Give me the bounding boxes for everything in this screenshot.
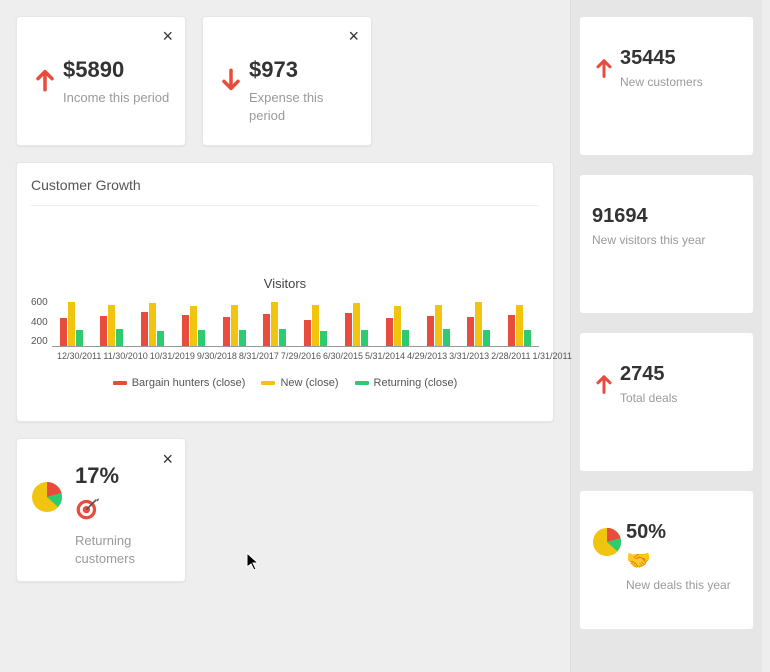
customer-growth-card[interactable]: Customer Growth Visitors 600400200 12/30…	[16, 162, 554, 422]
chart-legend: Bargain hunters (close)New (close)Return…	[31, 377, 539, 407]
sidebar-item-new-deals[interactable]: 50% 🤝 New deals this year	[579, 490, 754, 630]
expense-label: Expense this period	[249, 89, 357, 124]
chart-bars	[52, 297, 539, 347]
returning-customers-card[interactable]: × 17%	[16, 438, 186, 582]
metric-value: 35445	[620, 47, 741, 70]
sidebar-item-new-customers[interactable]: 35445 New customers	[579, 16, 754, 156]
close-icon[interactable]: ×	[348, 27, 359, 45]
expense-value: $973	[249, 57, 357, 83]
sidebar-item-new-visitors[interactable]: 91694 New visitors this year	[579, 174, 754, 314]
pie-chart-icon	[592, 527, 626, 562]
income-value: $5890	[63, 57, 171, 83]
arrow-up-icon	[592, 51, 620, 90]
handshake-icon: 🤝	[626, 548, 741, 573]
metric-value: 50%	[626, 521, 741, 544]
metric-value: 91694	[592, 205, 741, 228]
returning-label: Returning customers	[75, 532, 171, 567]
chart-x-axis: 12/30/201111/30/201010/31/20199/30/20188…	[57, 351, 539, 361]
arrow-down-icon	[217, 61, 249, 104]
metric-label: Total deals	[620, 390, 741, 406]
sidebar: 35445 New customers 91694 New visitors t…	[570, 0, 762, 672]
income-label: Income this period	[63, 89, 171, 107]
sidebar-item-total-deals[interactable]: 2745 Total deals	[579, 332, 754, 472]
metric-label: New visitors this year	[592, 232, 741, 248]
metric-value: 2745	[620, 363, 741, 386]
chart-title: Visitors	[31, 276, 539, 291]
visitors-chart: Visitors 600400200 12/30/201111/30/20101…	[31, 276, 539, 407]
close-icon[interactable]: ×	[162, 27, 173, 45]
expense-card[interactable]: × $973 Expense this period	[202, 16, 372, 146]
pie-chart-icon	[31, 481, 67, 518]
target-icon	[75, 495, 171, 526]
arrow-up-icon	[592, 367, 620, 406]
arrow-up-icon	[31, 61, 63, 104]
card-title: Customer Growth	[31, 177, 539, 206]
metric-label: New deals this year	[626, 577, 741, 593]
income-card[interactable]: × $5890 Income this period	[16, 16, 186, 146]
chart-y-axis: 600400200	[31, 297, 52, 347]
close-icon[interactable]: ×	[162, 449, 173, 470]
metric-label: New customers	[620, 74, 741, 90]
returning-value: 17%	[75, 463, 171, 489]
